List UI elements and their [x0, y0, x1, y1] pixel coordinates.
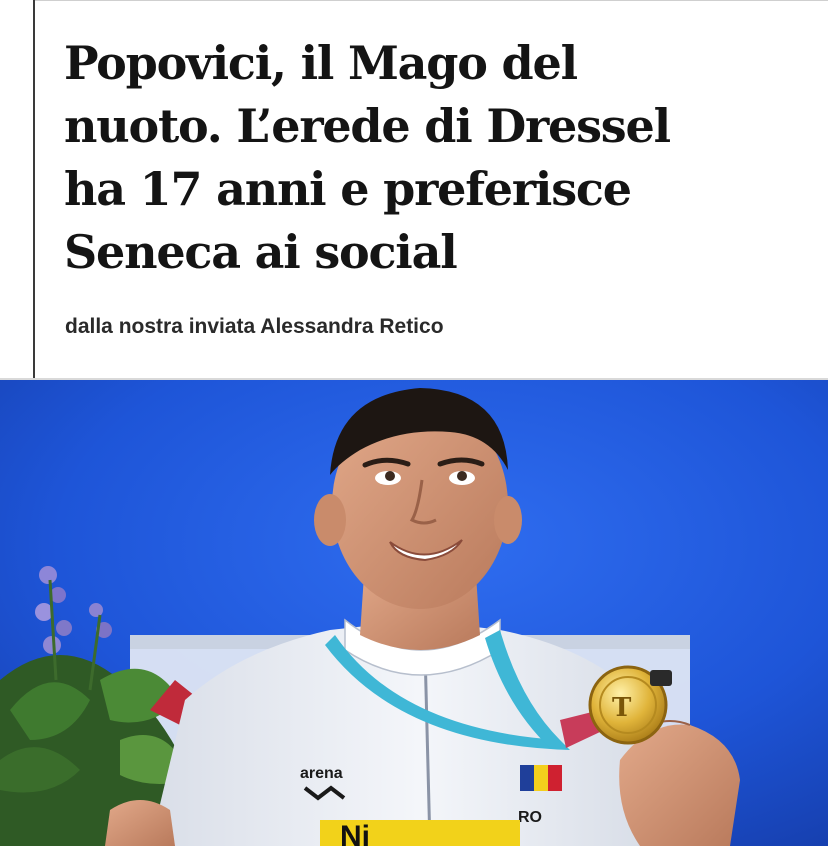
left-vertical-rule: [33, 0, 35, 380]
sponsor-banner: Ni: [320, 820, 520, 846]
banner-text: Ni: [340, 820, 370, 846]
arena-logo-text: arena: [300, 765, 343, 782]
headline: Popovici, il Mago del nuoto. L’erede di …: [64, 32, 804, 284]
headline-line: ha 17 anni e preferisce: [64, 162, 632, 216]
article-page: Popovici, il Mago del nuoto. L’erede di …: [0, 0, 828, 846]
svg-text:T: T: [612, 693, 632, 723]
article-header: Popovici, il Mago del nuoto. L’erede di …: [0, 0, 828, 380]
top-divider: [33, 0, 828, 1]
headline-line: Seneca ai social: [64, 225, 458, 279]
swimmer-medal-photo: arena RO T Ni: [0, 380, 828, 846]
left-hand: [105, 800, 175, 846]
article-photo: arena RO T Ni: [0, 380, 828, 846]
byline: dalla nostra inviata Alessandra Retico: [65, 315, 444, 338]
headline-line: nuoto. L’erede di Dressel: [64, 99, 671, 153]
bib-text: RO: [518, 809, 542, 826]
headline-line: Popovici, il Mago del: [64, 36, 578, 90]
